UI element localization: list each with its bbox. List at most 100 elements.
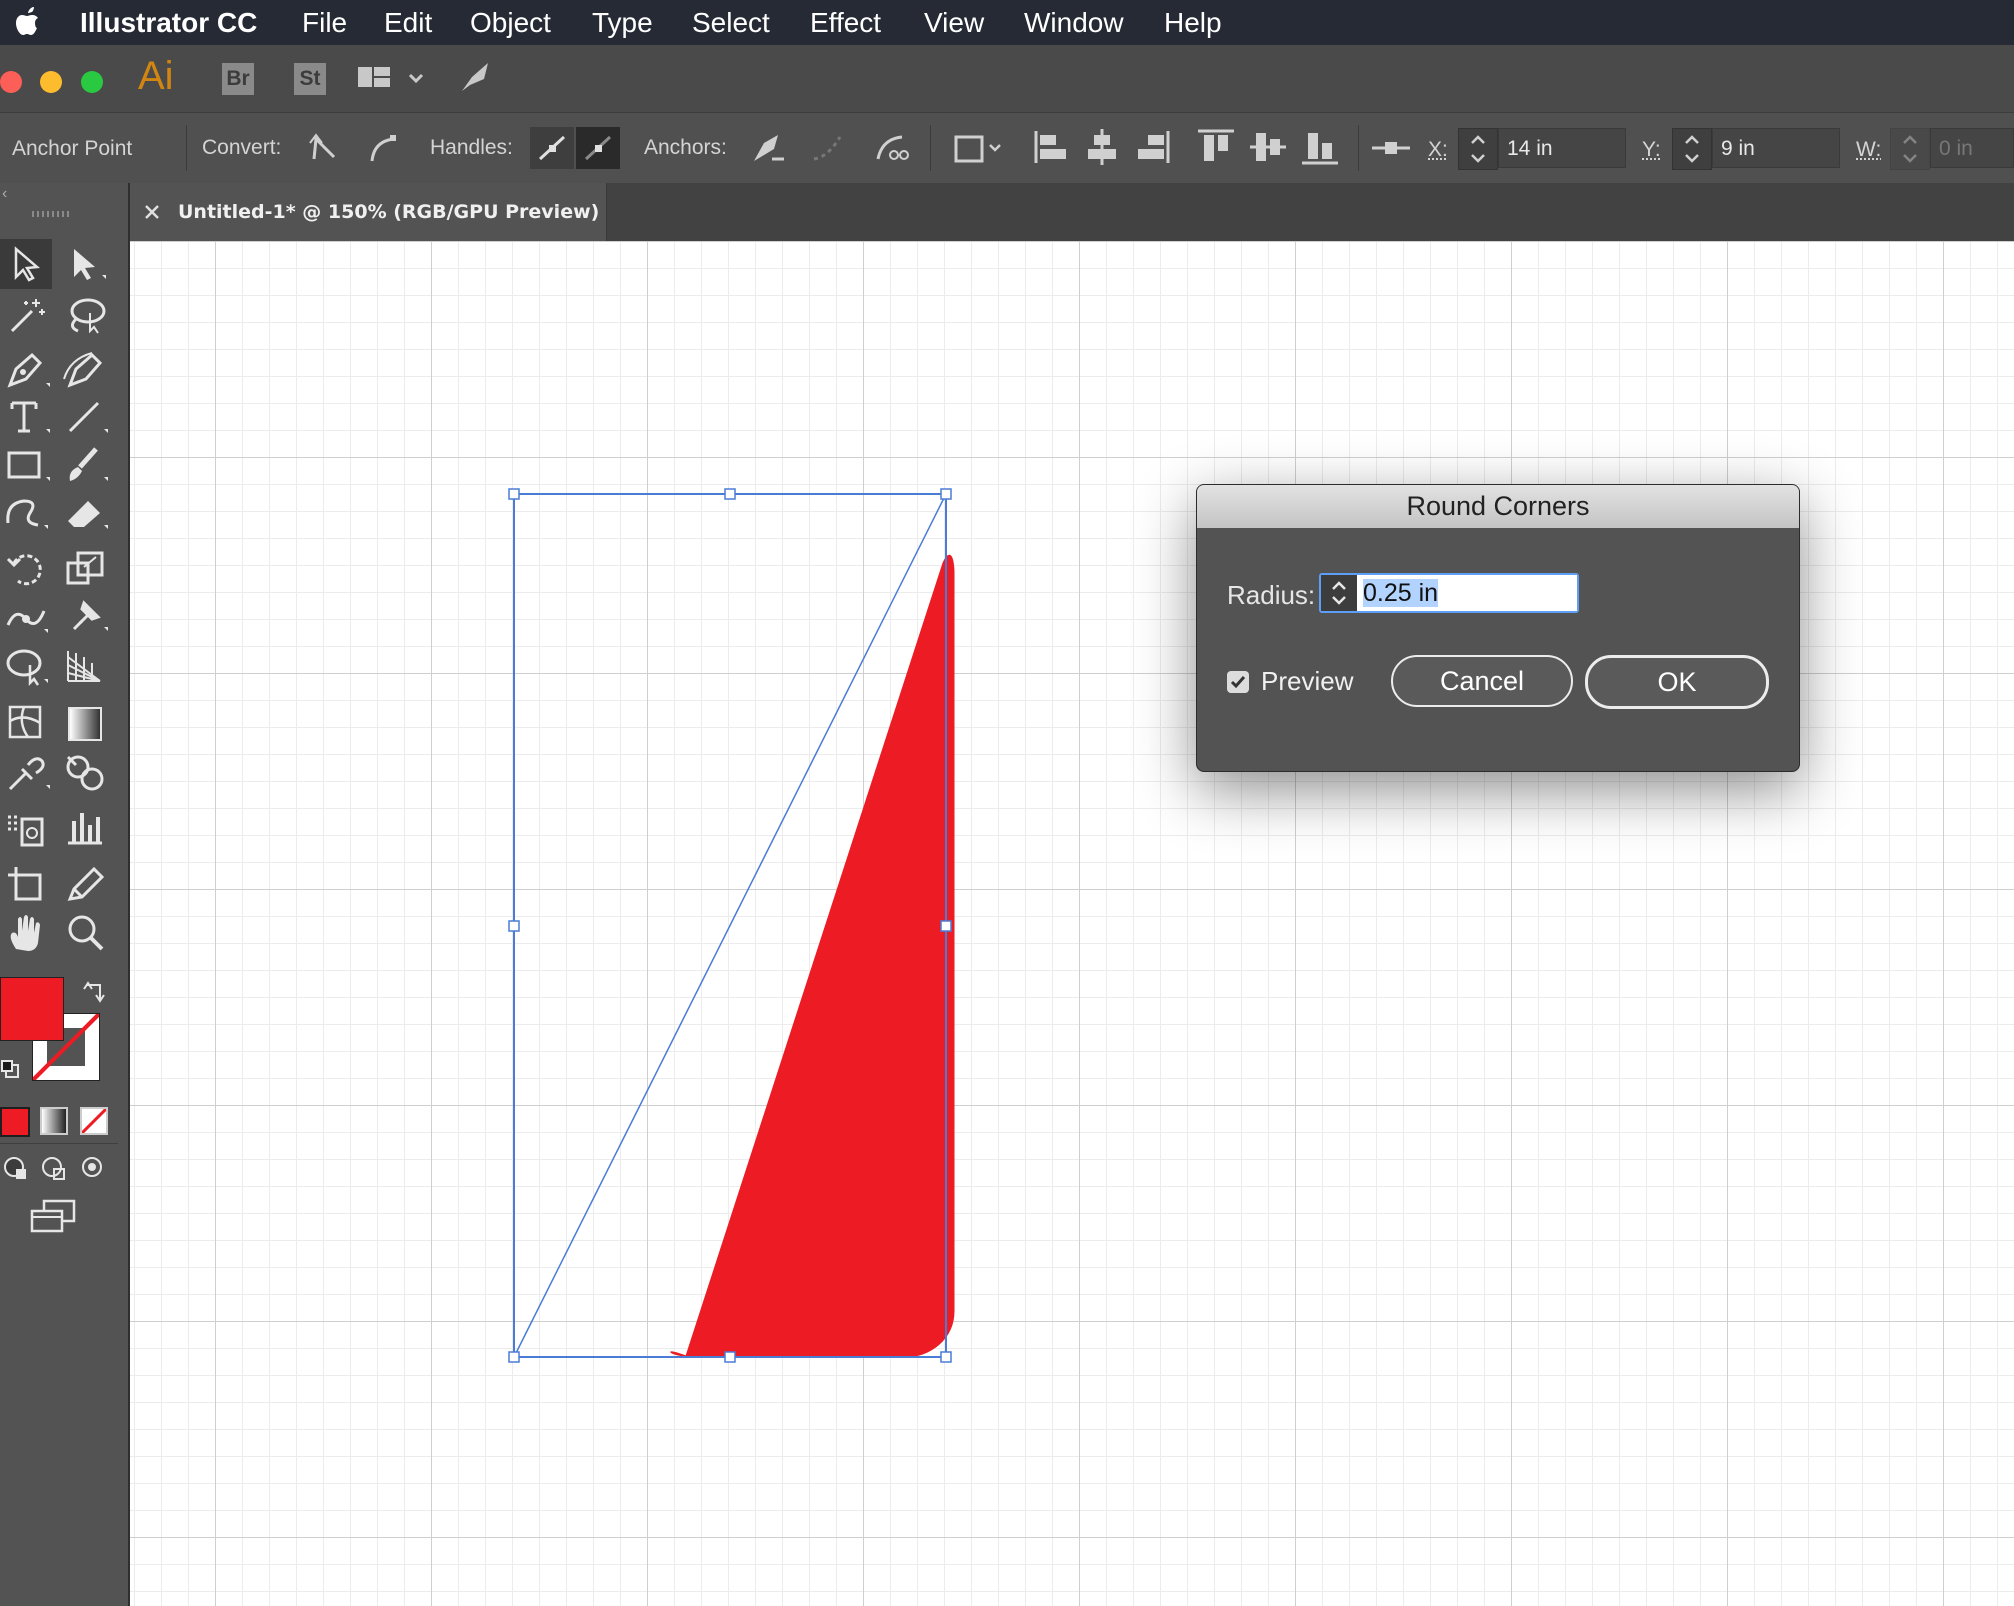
gradient-tool-icon[interactable] <box>68 707 102 741</box>
lasso-tool-icon[interactable] <box>64 295 108 335</box>
apple-icon[interactable] <box>14 6 44 38</box>
artboard-canvas[interactable] <box>130 241 2014 1606</box>
swap-fill-stroke-icon[interactable] <box>82 979 108 1003</box>
menu-select[interactable]: Select <box>692 6 770 40</box>
default-fill-stroke-icon[interactable] <box>0 1059 20 1079</box>
rotate-tool-icon[interactable] <box>6 549 52 589</box>
pencil-tool-icon[interactable] <box>64 865 110 905</box>
convert-label: Convert: <box>202 136 282 159</box>
arrange-documents-icon[interactable] <box>356 63 428 95</box>
paintbrush-tool-icon[interactable] <box>64 445 110 485</box>
hide-handles-icon[interactable] <box>576 127 620 169</box>
minimize-window-button[interactable] <box>40 71 62 93</box>
stepper-arrows-icon <box>1685 135 1699 163</box>
align-right-icon[interactable] <box>1136 127 1172 167</box>
color-mode-button[interactable] <box>0 1107 30 1137</box>
convert-to-corner-icon[interactable] <box>306 131 340 165</box>
line-segment-tool-icon[interactable] <box>66 397 110 437</box>
pen-tool-icon[interactable] <box>6 349 50 389</box>
document-tab[interactable]: Untitled-1* @ 150% (RGB/GPU Preview) <box>128 183 607 241</box>
shape-builder-tool-icon[interactable] <box>64 753 110 793</box>
align-top-icon[interactable] <box>1196 127 1236 167</box>
red-triangle-shape[interactable] <box>670 554 955 1358</box>
close-tab-icon[interactable] <box>144 204 160 220</box>
y-position-input[interactable]: 9 in <box>1712 128 1840 168</box>
align-horizontal-center-icon[interactable] <box>1084 127 1120 167</box>
draw-inside-icon[interactable] <box>80 1155 108 1181</box>
menu-object[interactable]: Object <box>470 6 551 40</box>
draw-normal-icon[interactable] <box>2 1155 30 1181</box>
preview-label[interactable]: Preview <box>1261 665 1353 697</box>
cancel-button[interactable]: Cancel <box>1391 655 1573 707</box>
selected-shape-group[interactable] <box>130 241 2014 1606</box>
hand-tool-icon[interactable] <box>6 913 52 953</box>
remove-anchor-icon[interactable] <box>748 129 786 167</box>
separator <box>1358 125 1359 171</box>
menu-type[interactable]: Type <box>592 6 653 40</box>
ok-button[interactable]: OK <box>1585 655 1769 709</box>
none-mode-button[interactable] <box>80 1107 108 1135</box>
free-transform-tool-icon[interactable] <box>4 645 52 687</box>
perspective-grid-tool-icon[interactable] <box>64 645 110 687</box>
align-left-icon[interactable] <box>1032 127 1068 167</box>
scale-tool-icon[interactable] <box>64 549 110 589</box>
bridge-button[interactable]: Br <box>222 63 254 95</box>
bounding-box-handle[interactable] <box>940 1351 952 1363</box>
radius-stepper[interactable] <box>1321 575 1357 611</box>
fill-swatch[interactable] <box>0 977 64 1041</box>
collapse-panel-icon[interactable]: ‹ <box>2 185 7 203</box>
menu-edit[interactable]: Edit <box>384 6 432 40</box>
bounding-box-handle[interactable] <box>508 1351 520 1363</box>
type-tool-icon[interactable] <box>8 397 52 437</box>
artboard-tool-icon[interactable] <box>6 865 52 905</box>
zoom-window-button[interactable] <box>81 71 103 93</box>
selection-tool-icon[interactable] <box>10 245 46 283</box>
puppet-warp-tool-icon[interactable] <box>64 595 110 635</box>
bounding-box-handle[interactable] <box>940 920 952 932</box>
align-vertical-center-icon[interactable] <box>1248 127 1288 167</box>
align-bottom-icon[interactable] <box>1300 127 1340 167</box>
reference-point-icon[interactable] <box>1370 131 1412 165</box>
bounding-box-handle[interactable] <box>724 1351 736 1363</box>
change-screen-mode-icon[interactable] <box>30 1199 78 1235</box>
menu-view[interactable]: View <box>924 6 984 40</box>
direct-selection-tool-icon[interactable] <box>68 245 108 283</box>
cut-path-icon[interactable] <box>872 129 910 167</box>
show-handles-icon[interactable] <box>530 127 574 169</box>
column-graph-tool-icon[interactable] <box>64 807 110 849</box>
bounding-box-handle[interactable] <box>724 488 736 500</box>
x-position-input[interactable]: 14 in <box>1498 128 1626 168</box>
context-label: Anchor Point <box>12 137 133 160</box>
zoom-tool-icon[interactable] <box>64 913 110 953</box>
bounding-box-handle[interactable] <box>940 488 952 500</box>
bounding-box-handle[interactable] <box>508 920 520 932</box>
y-stepper[interactable] <box>1672 128 1712 170</box>
shaper-tool-icon[interactable] <box>4 493 52 533</box>
menu-effect[interactable]: Effect <box>810 6 881 40</box>
panel-grip[interactable] <box>32 211 72 217</box>
menu-file[interactable]: File <box>302 6 347 40</box>
x-stepper[interactable] <box>1458 128 1498 170</box>
gradient-mode-button[interactable] <box>40 1107 68 1135</box>
menu-help[interactable]: Help <box>1164 6 1222 40</box>
eraser-tool-icon[interactable] <box>64 493 110 533</box>
menu-window[interactable]: Window <box>1024 6 1124 40</box>
radius-input[interactable]: 0.25 in <box>1359 575 1577 611</box>
bounding-box-handle[interactable] <box>508 488 520 500</box>
preview-checkbox[interactable] <box>1227 671 1249 693</box>
width-tool-icon[interactable] <box>4 597 52 637</box>
rectangle-tool-icon[interactable] <box>6 447 52 485</box>
close-window-button[interactable] <box>0 71 22 93</box>
mesh-tool-icon[interactable] <box>6 703 50 743</box>
eyedropper-tool-icon[interactable] <box>6 753 52 793</box>
magic-wand-tool-icon[interactable] <box>8 295 48 335</box>
draw-behind-icon[interactable] <box>40 1155 68 1181</box>
convert-to-smooth-icon[interactable] <box>366 131 400 165</box>
symbol-sprayer-tool-icon[interactable] <box>4 809 52 849</box>
checkmark-icon <box>1230 676 1246 689</box>
app-name-menu[interactable]: Illustrator CC <box>80 6 257 40</box>
stock-button[interactable]: St <box>294 63 326 95</box>
gpu-performance-icon[interactable] <box>458 59 494 95</box>
curvature-tool-icon[interactable] <box>62 349 108 389</box>
isolate-object-icon[interactable] <box>950 129 1004 167</box>
